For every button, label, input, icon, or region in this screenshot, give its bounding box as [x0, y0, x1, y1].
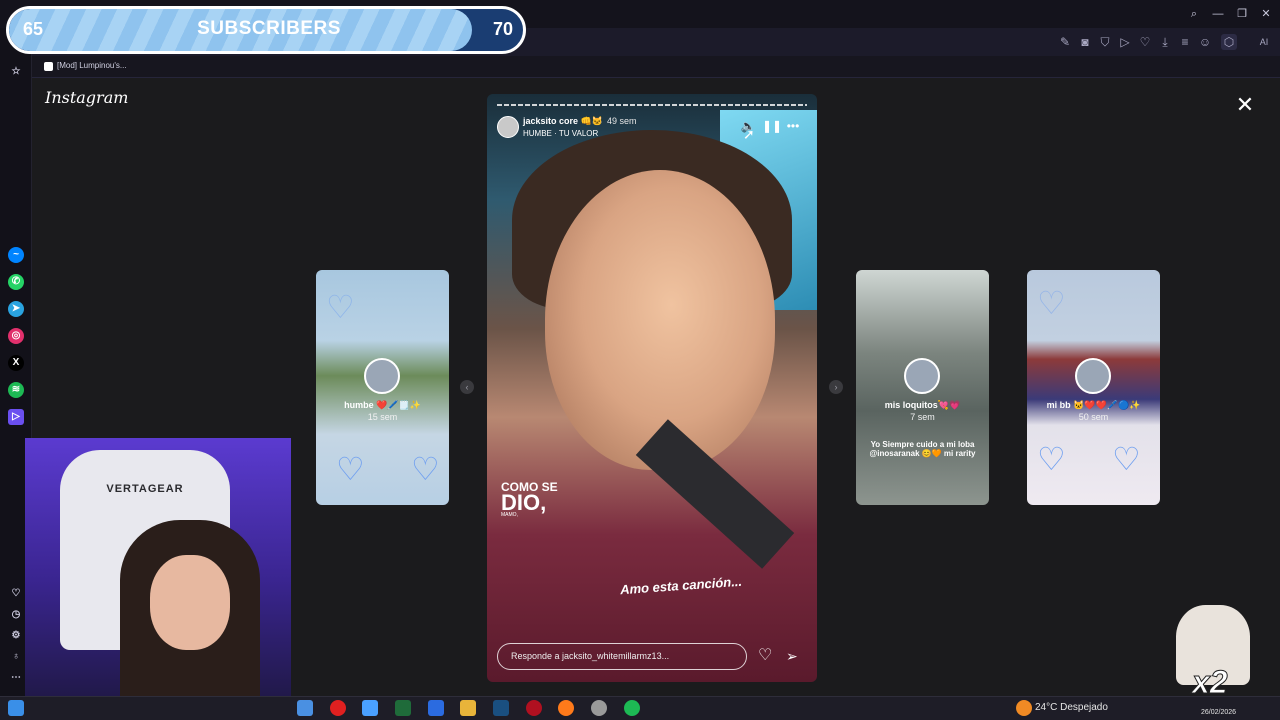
- telegram-icon[interactable]: ➤: [8, 301, 24, 317]
- bookmark-tab[interactable]: [Mod] Lumpinou's...: [57, 61, 127, 70]
- next-story-icon[interactable]: ›: [829, 380, 843, 394]
- store-icon[interactable]: [362, 700, 378, 716]
- subscriber-label: SUBSCRIBERS: [197, 18, 341, 39]
- ai-button[interactable]: AI: [1252, 34, 1276, 50]
- more-options-icon[interactable]: •••: [785, 118, 801, 134]
- media-icon[interactable]: ▷: [8, 409, 24, 425]
- send-icon[interactable]: ➢: [786, 647, 804, 665]
- story-card-right-1[interactable]: mis loquitos💘💗 7 sem Yo Siempre cuido a …: [856, 270, 989, 505]
- obs-icon[interactable]: [591, 700, 607, 716]
- steam-icon[interactable]: [493, 700, 509, 716]
- story-time: 49 sem: [607, 116, 637, 126]
- tab-favicon-icon: [44, 62, 53, 71]
- more-icon[interactable]: ⋯: [8, 670, 24, 686]
- weather-text[interactable]: 24°C Despejado: [1035, 702, 1108, 713]
- edit-icon[interactable]: ✎: [1057, 34, 1073, 50]
- minimize-icon[interactable]: —: [1211, 7, 1225, 21]
- whatsapp-icon[interactable]: ✆: [8, 274, 24, 290]
- restore-icon[interactable]: ❐: [1235, 7, 1249, 21]
- story-card-time: 50 sem: [1078, 412, 1109, 422]
- weather-icon: [1016, 700, 1032, 716]
- avatar: [1075, 358, 1111, 394]
- camera-icon[interactable]: ◙: [1077, 34, 1093, 50]
- chair-brand-text: VERTAGEAR: [106, 483, 184, 495]
- heart-doodle-icon: ♡: [411, 451, 440, 487]
- story-card-time: 7 sem: [910, 412, 935, 422]
- subscriber-start-count: 65: [23, 19, 44, 39]
- story-card-time: 15 sem: [367, 412, 398, 422]
- xbox-icon[interactable]: [395, 700, 411, 716]
- heart-doodle-icon: ♡: [1112, 441, 1141, 477]
- search-icon[interactable]: ⌕: [1187, 7, 1201, 21]
- story-song[interactable]: HUMBE · TU VALOR: [523, 129, 598, 138]
- subscriber-goal-bar: 65 SUBSCRIBERS 70: [6, 6, 526, 54]
- story-card-name: humbe ❤️🖊️🗒️✨: [344, 400, 421, 410]
- story-reply-placeholder: Responde a jacksito_whitemillarmz13...: [511, 651, 670, 661]
- story-username[interactable]: jacksito core 👊🐱: [523, 116, 603, 127]
- menu-icon[interactable]: ≡: [1177, 34, 1193, 50]
- like-icon[interactable]: ♡: [758, 647, 776, 665]
- star-icon[interactable]: ☆: [8, 64, 24, 80]
- history-icon[interactable]: ◷: [8, 607, 24, 623]
- bookmarks-bar: [32, 56, 1280, 78]
- spotify-taskbar-icon[interactable]: [624, 700, 640, 716]
- instagram-icon[interactable]: ◎: [8, 328, 24, 344]
- taskbar-date[interactable]: 26/02/2026: [1201, 709, 1236, 716]
- firefox-icon[interactable]: [558, 700, 574, 716]
- close-window-icon[interactable]: ✕: [1259, 7, 1273, 21]
- webcam-person-face: [150, 555, 230, 650]
- outlook-icon[interactable]: [428, 700, 444, 716]
- messenger-icon[interactable]: ~: [8, 247, 24, 263]
- heart-doodle-icon: ♡: [1037, 441, 1066, 477]
- subscriber-goal-count: 70: [493, 19, 514, 39]
- heart-doodle-icon: ♡: [336, 451, 365, 487]
- profile-icon[interactable]: ☺: [1197, 34, 1213, 50]
- story-card-right-2[interactable]: ♡ mi bb 🐱❤️❤️🖊️🔵✨ 50 sem ♡ ♡: [1027, 270, 1160, 505]
- bulb-icon[interactable]: ♁: [8, 649, 24, 665]
- extension-icon[interactable]: ⬡: [1221, 34, 1237, 50]
- heart-doodle-icon: ♡: [1037, 285, 1066, 321]
- spotify-icon[interactable]: ≋: [8, 382, 24, 398]
- story-progress-bar: [497, 104, 807, 106]
- x-icon[interactable]: X: [8, 355, 24, 371]
- play-icon[interactable]: ▷: [1117, 34, 1133, 50]
- opera-icon[interactable]: [330, 700, 346, 716]
- folder-icon[interactable]: [460, 700, 476, 716]
- heart-icon[interactable]: ♡: [1137, 34, 1153, 50]
- avatar: [364, 358, 400, 394]
- shield-icon[interactable]: ⛉: [1097, 34, 1113, 50]
- heart-outline-icon[interactable]: ♡: [8, 586, 24, 602]
- story-caption-small: MAMO,: [501, 512, 518, 518]
- story-photo-face: [545, 170, 775, 470]
- app-icon[interactable]: [526, 700, 542, 716]
- mouse-cursor-icon: ➚: [743, 126, 755, 142]
- story-card-name: mi bb 🐱❤️❤️🖊️🔵✨: [1046, 400, 1141, 410]
- avatar: [904, 358, 940, 394]
- story-card-name: mis loquitos💘💗: [884, 400, 961, 410]
- story-avatar[interactable]: [497, 116, 519, 138]
- pause-icon[interactable]: ❚❚: [762, 118, 782, 134]
- start-icon[interactable]: [8, 700, 24, 716]
- copilot-icon[interactable]: [297, 700, 313, 716]
- previous-story-icon[interactable]: ‹: [460, 380, 474, 394]
- story-card-left[interactable]: ♡ humbe ❤️🖊️🗒️✨ 15 sem ♡ ♡: [316, 270, 449, 505]
- instagram-logo[interactable]: Instagram: [45, 88, 128, 107]
- download-icon[interactable]: ⤓: [1157, 34, 1173, 50]
- heart-doodle-icon: ♡: [326, 289, 355, 325]
- story-card-caption: Yo Siempre cuido a mi loba @inosaranak 😊…: [869, 440, 976, 458]
- close-icon[interactable]: ✕: [1234, 94, 1256, 116]
- settings-icon[interactable]: ⚙: [8, 628, 24, 644]
